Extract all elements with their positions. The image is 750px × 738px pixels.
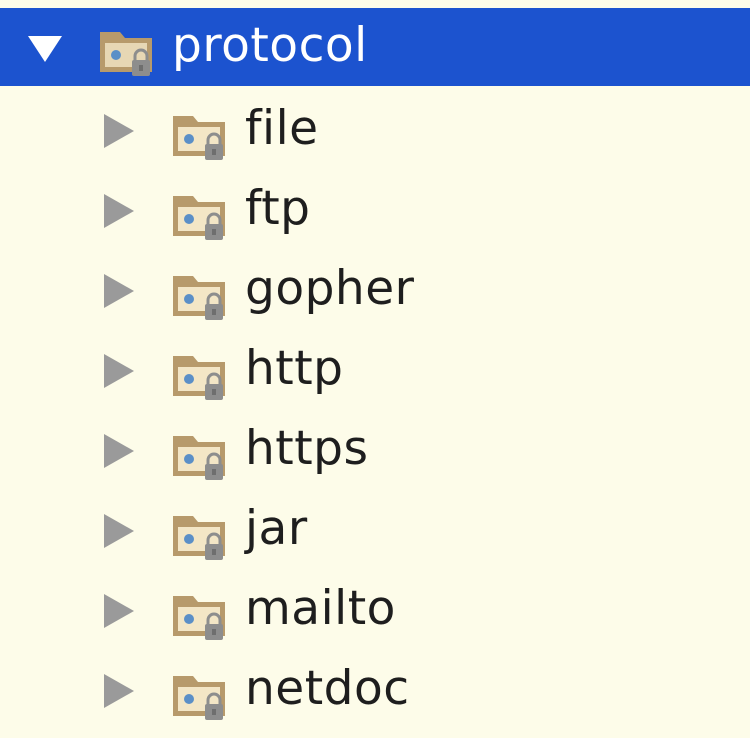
- package-folder-locked-icon: [171, 346, 233, 408]
- package-folder-locked-icon: [171, 426, 233, 488]
- tree-row-netdoc[interactable]: netdoc: [0, 648, 750, 728]
- expand-arrow-down-icon[interactable]: [28, 34, 62, 64]
- tree-item-label: http: [245, 341, 344, 396]
- tree-row-ftp[interactable]: ftp: [0, 168, 750, 248]
- tree-row-http[interactable]: http: [0, 328, 750, 408]
- tree-item-label: gopher: [245, 261, 415, 316]
- tree-item-label: jar: [245, 501, 308, 556]
- tree-row-mailto[interactable]: mailto: [0, 568, 750, 648]
- expand-arrow-right-icon[interactable]: [104, 354, 134, 388]
- expand-arrow-right-icon[interactable]: [104, 114, 134, 148]
- expand-arrow-right-icon[interactable]: [104, 514, 134, 548]
- tree-row-jar[interactable]: jar: [0, 488, 750, 568]
- expand-arrow-right-icon[interactable]: [104, 434, 134, 468]
- tree-row-https[interactable]: https: [0, 408, 750, 488]
- package-folder-locked-icon: [98, 22, 160, 84]
- expand-arrow-right-icon[interactable]: [104, 674, 134, 708]
- package-folder-locked-icon: [171, 106, 233, 168]
- package-folder-locked-icon: [171, 186, 233, 248]
- package-folder-locked-icon: [171, 506, 233, 568]
- tree-item-label: https: [245, 421, 369, 476]
- package-folder-locked-icon: [171, 266, 233, 328]
- tree-row-file[interactable]: file: [0, 88, 750, 168]
- package-folder-locked-icon: [171, 666, 233, 728]
- tree-item-label: ftp: [245, 181, 311, 236]
- tree-item-label: netdoc: [245, 661, 410, 716]
- expand-arrow-right-icon[interactable]: [104, 274, 134, 308]
- expand-arrow-right-icon[interactable]: [104, 594, 134, 628]
- project-tree: protocol file ftp gopher http https jar mailto…: [0, 0, 750, 738]
- tree-item-label: file: [245, 101, 319, 156]
- tree-item-label: protocol: [172, 18, 368, 73]
- expand-arrow-right-icon[interactable]: [104, 194, 134, 228]
- package-folder-locked-icon: [171, 586, 233, 648]
- tree-item-label: mailto: [245, 581, 396, 636]
- tree-row-gopher[interactable]: gopher: [0, 248, 750, 328]
- tree-row-protocol[interactable]: protocol: [0, 8, 750, 86]
